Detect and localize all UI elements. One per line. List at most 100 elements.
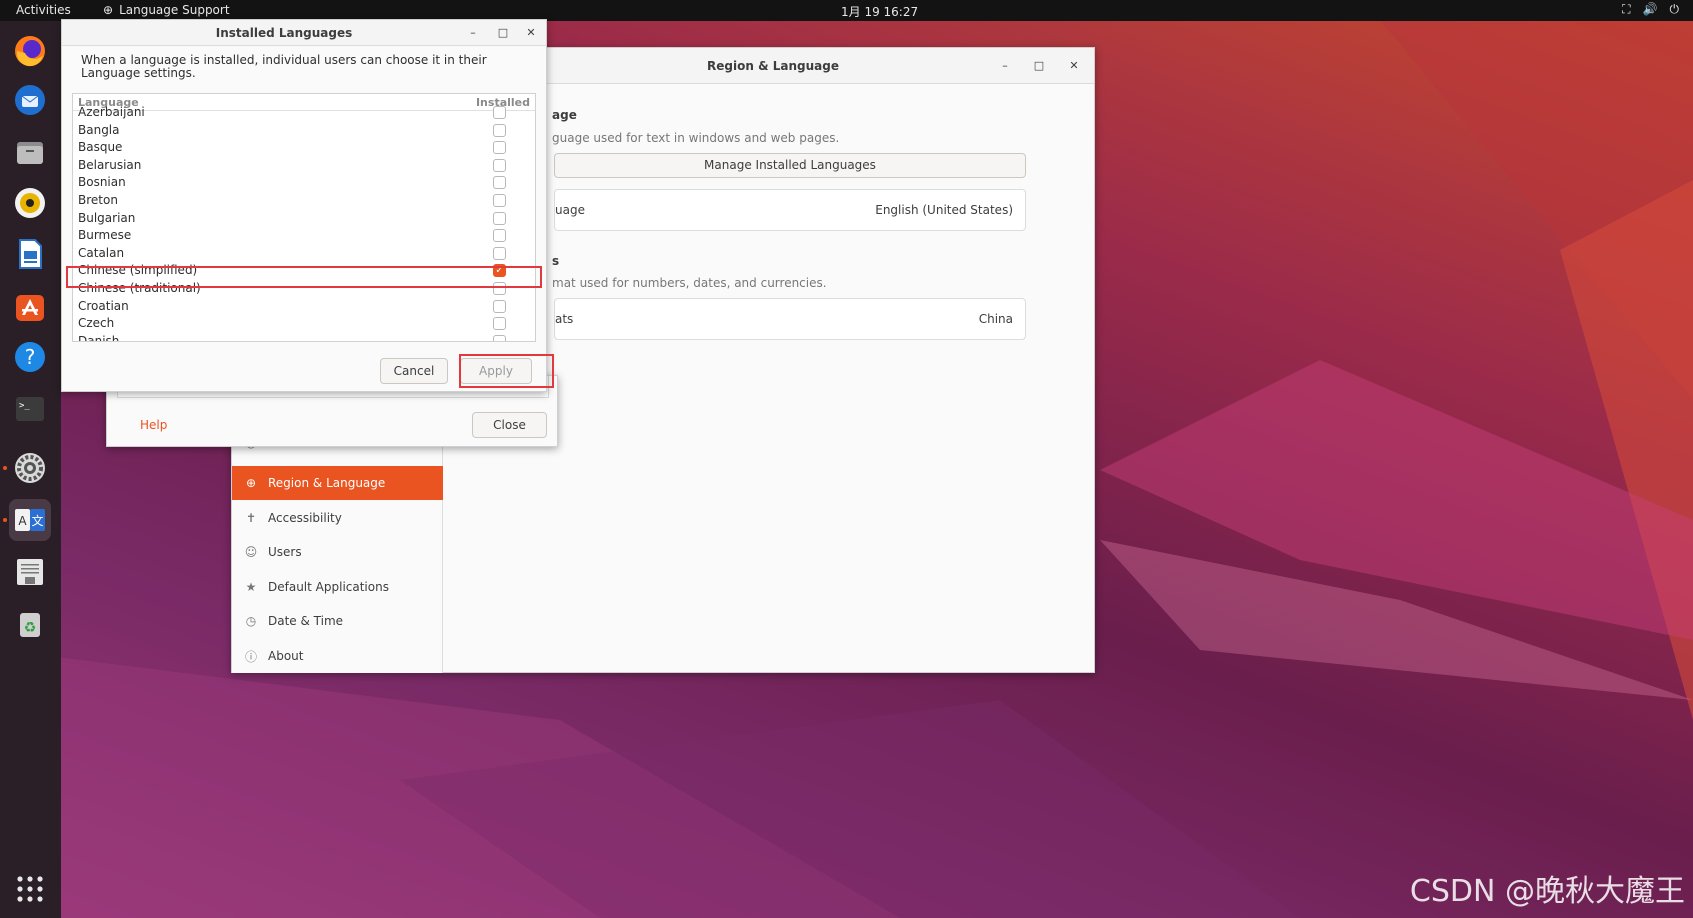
- sidebar-item-accessibility[interactable]: ✝ Accessibility: [232, 501, 443, 535]
- list-item[interactable]: Bangla: [73, 122, 535, 140]
- firefox-icon[interactable]: [9, 30, 51, 72]
- list-item[interactable]: Belarusian: [73, 157, 535, 175]
- thunderbird-icon[interactable]: [9, 79, 51, 121]
- language-name: Burmese: [78, 228, 132, 243]
- installed-checkbox[interactable]: [493, 211, 506, 225]
- manage-installed-languages-button[interactable]: Manage Installed Languages: [554, 153, 1026, 178]
- language-name: Catalan: [78, 245, 125, 260]
- list-item[interactable]: Bulgarian: [73, 210, 535, 228]
- clock-icon: ◷: [245, 614, 257, 628]
- close-button[interactable]: Close: [472, 412, 547, 438]
- sidebar-item-date-time[interactable]: ◷ Date & Time: [232, 604, 443, 638]
- dialog-description: When a language is installed, individual…: [81, 53, 487, 80]
- language-name: Bulgarian: [78, 210, 136, 225]
- formats-description: mat used for numbers, dates, and currenc…: [552, 276, 827, 290]
- installed-checkbox[interactable]: [493, 229, 506, 243]
- installed-checkbox[interactable]: [493, 123, 506, 137]
- formats-row[interactable]: ats China: [554, 298, 1026, 340]
- app-menu[interactable]: ⊕ Language Support: [103, 3, 230, 17]
- trash-icon[interactable]: ♻: [9, 603, 51, 645]
- list-item[interactable]: Croatian: [73, 298, 535, 316]
- language-heading: age: [552, 108, 577, 122]
- cancel-button[interactable]: Cancel: [380, 358, 448, 384]
- list-item[interactable]: Burmese: [73, 227, 535, 245]
- sidebar-item-label: Region & Language: [268, 476, 386, 490]
- installed-checkbox[interactable]: [493, 299, 506, 313]
- installed-languages-dialog: Installed Languages – □ ✕ When a languag…: [61, 19, 547, 392]
- app-center-icon[interactable]: [9, 285, 51, 327]
- show-apps-icon[interactable]: [9, 868, 51, 910]
- minimize-icon[interactable]: –: [996, 57, 1014, 75]
- list-item[interactable]: Chinese (traditional): [73, 280, 535, 298]
- sidebar-item-default-applications[interactable]: ★ Default Applications: [232, 570, 443, 604]
- close-icon[interactable]: ✕: [522, 24, 540, 42]
- help-link[interactable]: Help: [140, 418, 167, 432]
- language-name: Chinese (simplified): [78, 263, 198, 278]
- language-name: Danish: [78, 333, 120, 342]
- terminal-icon[interactable]: >_: [9, 387, 51, 429]
- installed-checkbox[interactable]: [493, 158, 506, 172]
- language-name: Azerbaijani: [78, 105, 145, 119]
- language-support-icon[interactable]: A文: [9, 499, 51, 541]
- globe-icon: ⊕: [245, 476, 257, 490]
- installed-checkbox[interactable]: [493, 141, 506, 155]
- sidebar-item-label: Date & Time: [268, 614, 344, 628]
- list-item[interactable]: Azerbaijani: [73, 104, 535, 122]
- watermark: CSDN @晚秋大魔王: [1409, 874, 1685, 909]
- installed-checkbox[interactable]: [493, 176, 506, 190]
- installed-checkbox[interactable]: [493, 106, 506, 119]
- language-name: Chinese (traditional): [78, 281, 201, 295]
- sidebar-item-region-language[interactable]: ⊕ Region & Language: [232, 466, 443, 500]
- help-icon[interactable]: ?: [9, 336, 51, 378]
- top-bar: Activities ⊕ Language Support 1月 19 16:2…: [0, 0, 1693, 21]
- volume-icon: 🔊: [1642, 2, 1658, 16]
- dialog-titlebar: Installed Languages – □ ✕: [62, 20, 546, 46]
- sidebar-item-about[interactable]: ⓘ About: [232, 639, 443, 673]
- installed-checkbox[interactable]: [493, 246, 506, 260]
- files-icon[interactable]: [9, 131, 51, 173]
- installed-checkbox[interactable]: [493, 317, 506, 331]
- svg-text:>_: >_: [19, 401, 30, 411]
- sidebar-item-label: About: [268, 649, 304, 663]
- maximize-icon[interactable]: □: [494, 24, 512, 42]
- maximize-icon[interactable]: □: [1030, 57, 1048, 75]
- libreoffice-writer-icon[interactable]: [9, 233, 51, 275]
- language-name: Bosnian: [78, 175, 126, 190]
- formats-row-value: China: [978, 312, 1013, 326]
- svg-text:?: ?: [25, 345, 36, 369]
- sidebar-item-label: Users: [268, 545, 302, 559]
- list-item[interactable]: Chinese (simplified) ✓: [73, 262, 535, 280]
- list-item[interactable]: Basque: [73, 139, 535, 157]
- language-row-label: uage: [555, 203, 585, 217]
- activities-button[interactable]: Activities: [16, 3, 71, 17]
- close-icon[interactable]: ✕: [1065, 57, 1083, 75]
- list-item[interactable]: Catalan: [73, 245, 535, 263]
- language-name: Belarusian: [78, 157, 142, 172]
- formats-row-label: ats: [555, 312, 574, 326]
- text-editor-icon[interactable]: [9, 551, 51, 593]
- language-name: Basque: [78, 140, 123, 155]
- power-icon: ⏻: [1669, 2, 1680, 16]
- system-tray[interactable]: ⛶ 🔊 ⏻: [1622, 2, 1679, 17]
- installed-checkbox[interactable]: [493, 282, 506, 295]
- list-item[interactable]: Danish: [73, 333, 535, 342]
- dock: ? >_ A文 ♻: [0, 21, 61, 918]
- sidebar-item-users[interactable]: ☺ Users: [232, 535, 443, 569]
- settings-icon[interactable]: [9, 447, 51, 489]
- installed-checkbox[interactable]: [493, 194, 506, 207]
- clock[interactable]: 1月 19 16:27: [841, 3, 918, 20]
- language-row[interactable]: uage English (United States): [554, 189, 1026, 231]
- list-item[interactable]: Czech: [73, 315, 535, 333]
- rhythmbox-icon[interactable]: [9, 182, 51, 224]
- formats-heading: s: [552, 254, 560, 268]
- language-name: Croatian: [78, 298, 129, 313]
- installed-checkbox[interactable]: [493, 334, 506, 341]
- minimize-icon[interactable]: –: [464, 24, 482, 42]
- dialog-title: Installed Languages: [215, 26, 353, 40]
- apply-button[interactable]: Apply: [460, 358, 532, 384]
- info-icon: ⓘ: [244, 649, 257, 664]
- installed-checkbox[interactable]: ✓: [493, 264, 506, 278]
- languages-list[interactable]: Language Installed Azerbaijani Bangla Basq…: [72, 93, 536, 342]
- list-item[interactable]: Breton: [73, 192, 535, 210]
- list-item[interactable]: Bosnian: [73, 174, 535, 192]
